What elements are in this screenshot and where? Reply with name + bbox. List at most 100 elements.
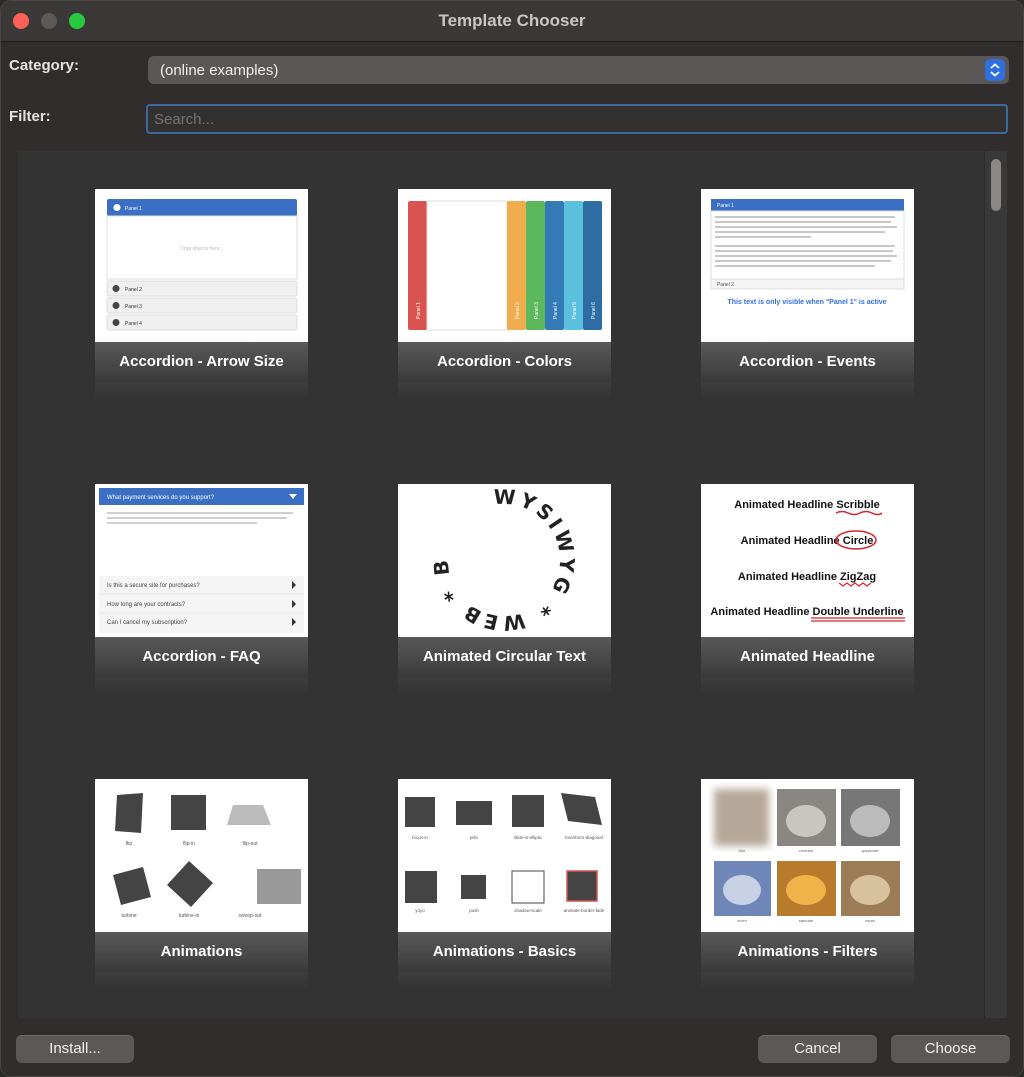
- category-value: (online examples): [160, 62, 279, 79]
- panel-label: Panel 2: [125, 287, 142, 293]
- title-bar: Template Chooser: [1, 1, 1023, 42]
- template-tile[interactable]: flip flip-in flip-out turbine turbine-in…: [95, 779, 308, 989]
- reflection: [95, 382, 308, 399]
- template-name: Animations - Filters: [701, 932, 914, 972]
- faq-item: Can I cancel my subscription?: [107, 620, 188, 626]
- faq-item: Is this a secure site for purchases?: [107, 583, 200, 589]
- faq-item: How long are your contracts?: [107, 602, 186, 608]
- template-thumbnail: Panel 1 Drop objects here... Panel 2 Pan…: [95, 189, 308, 342]
- animation-label: push: [469, 908, 479, 913]
- animation-label: turbine-in: [179, 913, 200, 919]
- template-tile[interactable]: Panel 1 Panel 2 Panel 3 Panel 4 Panel 5 …: [398, 189, 611, 399]
- animation-label: flip-out: [242, 841, 258, 847]
- svg-text:Animated Headline Scribble: Animated Headline Scribble: [734, 499, 880, 511]
- template-thumbnail: WYSIWYG * WEB * BUILDER *: [398, 484, 611, 637]
- filter-label: sepia: [865, 918, 875, 923]
- reflection: [701, 677, 914, 694]
- template-thumbnail: Animated Headline Scribble Animated Head…: [701, 484, 914, 637]
- animation-label: slide-in-elliptic: [514, 835, 543, 840]
- template-thumbnail: flip flip-in flip-out turbine turbine-in…: [95, 779, 308, 932]
- filter-label: contrast: [799, 848, 814, 853]
- animation-label: flip-in: [183, 841, 195, 847]
- panel-label: Panel 6: [591, 302, 597, 319]
- template-tile[interactable]: blur contrast grayscale invert saturate …: [701, 779, 914, 989]
- animation-label: flip: [126, 841, 133, 847]
- reflection: [701, 382, 914, 399]
- headline-word: Double Underline: [813, 606, 904, 618]
- template-chooser-window: Template Chooser Category: (online examp…: [0, 0, 1024, 1077]
- svg-text:WYSIWYG * WEB * BUILDER *: WYSIWYG * WEB * BUILDER *: [398, 484, 580, 636]
- install-button[interactable]: Install...: [16, 1035, 134, 1063]
- template-tile[interactable]: focus-in jello slide-in-elliptic transfo…: [398, 779, 611, 989]
- filter-label: saturate: [799, 918, 814, 923]
- search-input[interactable]: [146, 104, 1008, 134]
- reflection: [398, 677, 611, 694]
- category-select[interactable]: (online examples): [148, 56, 1009, 84]
- animation-label: turbine: [121, 913, 137, 919]
- choose-button[interactable]: Choose: [891, 1035, 1010, 1063]
- reflection: [95, 677, 308, 694]
- template-thumbnail: blur contrast grayscale invert saturate …: [701, 779, 914, 932]
- animation-label: swoop-out: [238, 913, 262, 919]
- animation-label: jello: [469, 835, 479, 840]
- template-tile[interactable]: What payment services do you support? Is…: [95, 484, 308, 694]
- template-name: Animations - Basics: [398, 932, 611, 972]
- animation-label: transform-diagonal: [565, 835, 603, 840]
- template-name: Accordion - Colors: [398, 342, 611, 382]
- template-thumbnail: Panel 1 Panel 2 Panel 3 Panel 4 Panel 5 …: [398, 189, 611, 342]
- template-grid: Panel 1 Drop objects here... Panel 2 Pan…: [18, 151, 1007, 1018]
- template-name: Accordion - FAQ: [95, 637, 308, 677]
- headline-word: ZigZag: [840, 571, 876, 583]
- panel-label: Panel 1: [717, 203, 734, 209]
- headline-prefix: Animated Headline: [741, 535, 840, 547]
- filter-label: grayscale: [861, 848, 879, 853]
- headline-prefix: Animated Headline: [710, 606, 809, 618]
- template-name: Accordion - Events: [701, 342, 914, 382]
- scrollbar-thumb[interactable]: [991, 159, 1001, 211]
- panel-label: Panel 1: [416, 302, 422, 319]
- animation-label: animate-border-fade: [564, 908, 605, 913]
- vertical-scrollbar[interactable]: [984, 151, 1007, 1018]
- headline-word: Scribble: [836, 499, 879, 511]
- panel-label: Panel 3: [125, 304, 142, 310]
- reflection: [701, 972, 914, 989]
- svg-text:Animated Headline ZigZag: Animated Headline ZigZag: [738, 571, 876, 583]
- template-name: Animations: [95, 932, 308, 972]
- template-tile[interactable]: Panel 1 Drop objects here... Panel 2 Pan…: [95, 189, 308, 399]
- template-thumbnail: What payment services do you support? Is…: [95, 484, 308, 637]
- reflection: [398, 972, 611, 989]
- svg-text:Animated Headline Circle: Animated Headline Circle: [741, 535, 874, 547]
- reflection: [95, 972, 308, 989]
- headline-prefix: Animated Headline: [734, 499, 833, 511]
- panel-label: Panel 2: [717, 282, 734, 288]
- template-thumbnail: focus-in jello slide-in-elliptic transfo…: [398, 779, 611, 932]
- updown-chevron-icon: [985, 59, 1005, 81]
- circular-text: WYSIWYG * WEB * BUILDER *: [398, 484, 577, 636]
- animation-label: focus-in: [412, 835, 428, 840]
- panel-label: Panel 4: [125, 321, 142, 327]
- drop-hint: Drop objects here...: [180, 246, 224, 252]
- filter-label: blur: [739, 848, 746, 853]
- animation-label: yoyo: [415, 908, 425, 913]
- window-title: Template Chooser: [438, 11, 586, 30]
- panel-label: Panel 1: [125, 206, 142, 212]
- panel-label: Panel 2: [515, 302, 521, 319]
- headline-word: Circle: [843, 535, 874, 547]
- panel-label: Panel 3: [534, 302, 540, 319]
- panel-label: Panel 4: [553, 302, 559, 319]
- cancel-button[interactable]: Cancel: [758, 1035, 877, 1063]
- template-tile[interactable]: WYSIWYG * WEB * BUILDER * Animated Circu…: [398, 484, 611, 694]
- template-name: Animated Headline: [701, 637, 914, 677]
- panel-label: Panel 5: [572, 302, 578, 319]
- filter-label: invert: [737, 918, 748, 923]
- headline-prefix: Animated Headline: [738, 571, 837, 583]
- category-label: Category:: [9, 57, 80, 74]
- template-name: Accordion - Arrow Size: [95, 342, 308, 382]
- template-tile[interactable]: Panel 1 Panel 2 This text is only visibl…: [701, 189, 914, 399]
- template-thumbnail: Panel 1 Panel 2 This text is only visibl…: [701, 189, 914, 342]
- faq-question: What payment services do you support?: [107, 495, 215, 501]
- template-name: Animated Circular Text: [398, 637, 611, 677]
- template-tile[interactable]: Animated Headline Scribble Animated Head…: [701, 484, 914, 694]
- filter-label: Filter:: [9, 108, 51, 125]
- event-note: This text is only visible when "Panel 1"…: [727, 299, 886, 306]
